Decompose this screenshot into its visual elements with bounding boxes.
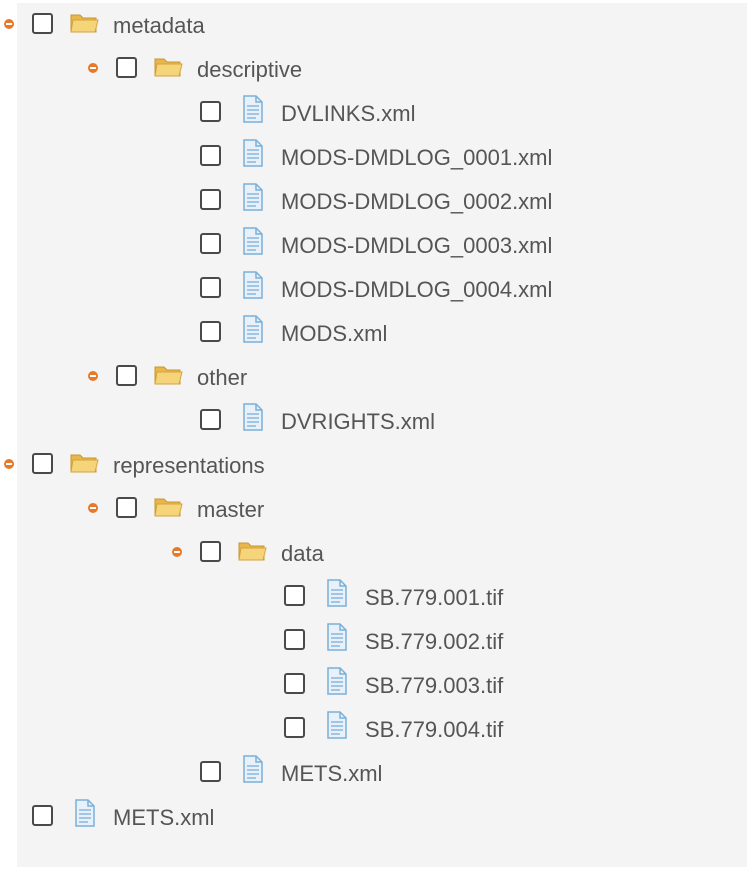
select-checkbox[interactable]	[32, 805, 53, 826]
tree-folder-row[interactable]: representations	[4, 443, 737, 487]
file-text-icon	[320, 709, 352, 741]
tree-folder-row[interactable]: other	[17, 355, 737, 399]
select-checkbox[interactable]	[116, 57, 137, 78]
tree-file-row[interactable]: DVRIGHTS.xml	[17, 399, 737, 443]
tree-node-label[interactable]: SB.779.001.tif	[365, 585, 503, 611]
file-text-icon	[320, 577, 352, 609]
select-checkbox[interactable]	[32, 453, 53, 474]
tree-file-row[interactable]: SB.779.004.tif	[17, 707, 737, 751]
select-checkbox[interactable]	[200, 145, 221, 166]
select-checkbox[interactable]	[200, 277, 221, 298]
select-checkbox[interactable]	[284, 673, 305, 694]
tree-node-label[interactable]: DVRIGHTS.xml	[281, 409, 435, 435]
file-text-icon	[236, 93, 268, 125]
tree-folder-row[interactable]: metadata	[4, 3, 737, 47]
file-text-icon	[236, 137, 268, 169]
tree-node-label[interactable]: METS.xml	[113, 805, 214, 831]
collapse-toggle-icon[interactable]	[4, 459, 14, 469]
collapse-toggle-icon[interactable]	[4, 19, 14, 29]
select-checkbox[interactable]	[200, 101, 221, 122]
file-text-icon	[320, 621, 352, 653]
file-text-icon	[68, 797, 100, 829]
select-checkbox[interactable]	[200, 189, 221, 210]
file-text-icon	[236, 401, 268, 433]
file-text-icon	[236, 225, 268, 257]
tree-node-label[interactable]: master	[197, 497, 264, 523]
tree-node-label[interactable]: descriptive	[197, 57, 302, 83]
folder-open-icon	[236, 533, 268, 565]
tree-file-row[interactable]: METS.xml	[17, 795, 737, 839]
select-checkbox[interactable]	[284, 629, 305, 650]
tree-file-row[interactable]: SB.779.002.tif	[17, 619, 737, 663]
tree-node-label[interactable]: METS.xml	[281, 761, 382, 787]
select-checkbox[interactable]	[200, 409, 221, 430]
tree-file-row[interactable]: DVLINKS.xml	[17, 91, 737, 135]
tree-file-row[interactable]: MODS-DMDLOG_0004.xml	[17, 267, 737, 311]
collapse-toggle-icon[interactable]	[88, 63, 98, 73]
tree-node-label[interactable]: MODS.xml	[281, 321, 387, 347]
collapse-toggle-icon[interactable]	[88, 503, 98, 513]
tree-file-row[interactable]: MODS-DMDLOG_0002.xml	[17, 179, 737, 223]
file-tree: metadata descriptive DVLINKS.xml MODS-DMDLO…	[4, 3, 747, 867]
collapse-toggle-icon[interactable]	[172, 547, 182, 557]
tree-node-label[interactable]: SB.779.002.tif	[365, 629, 503, 655]
select-checkbox[interactable]	[284, 585, 305, 606]
collapse-toggle-icon[interactable]	[88, 371, 98, 381]
tree-folder-row[interactable]: descriptive	[17, 47, 737, 91]
tree-file-row[interactable]: MODS-DMDLOG_0003.xml	[17, 223, 737, 267]
tree-node-label[interactable]: MODS-DMDLOG_0002.xml	[281, 189, 552, 215]
tree-file-row[interactable]: METS.xml	[17, 751, 737, 795]
file-text-icon	[236, 181, 268, 213]
tree-node-label[interactable]: MODS-DMDLOG_0001.xml	[281, 145, 552, 171]
tree-folder-row[interactable]: master	[17, 487, 737, 531]
folder-open-icon	[152, 489, 184, 521]
tree-node-label[interactable]: other	[197, 365, 247, 391]
folder-open-icon	[152, 357, 184, 389]
tree-node-label[interactable]: representations	[113, 453, 265, 479]
tree-node-label[interactable]: SB.779.003.tif	[365, 673, 503, 699]
tree-node-label[interactable]: SB.779.004.tif	[365, 717, 503, 743]
file-text-icon	[236, 313, 268, 345]
select-checkbox[interactable]	[32, 13, 53, 34]
select-checkbox[interactable]	[200, 321, 221, 342]
folder-open-icon	[68, 5, 100, 37]
folder-open-icon	[152, 49, 184, 81]
file-text-icon	[236, 753, 268, 785]
tree-file-row[interactable]: SB.779.003.tif	[17, 663, 737, 707]
tree-file-row[interactable]: SB.779.001.tif	[17, 575, 737, 619]
file-text-icon	[236, 269, 268, 301]
select-checkbox[interactable]	[284, 717, 305, 738]
tree-node-label[interactable]: metadata	[113, 13, 205, 39]
tree-node-label[interactable]: DVLINKS.xml	[281, 101, 415, 127]
tree-node-label[interactable]: MODS-DMDLOG_0003.xml	[281, 233, 552, 259]
tree-file-row[interactable]: MODS-DMDLOG_0001.xml	[17, 135, 737, 179]
tree-folder-row[interactable]: data	[17, 531, 737, 575]
folder-open-icon	[68, 445, 100, 477]
select-checkbox[interactable]	[200, 541, 221, 562]
tree-node-label[interactable]: data	[281, 541, 324, 567]
tree-node-label[interactable]: MODS-DMDLOG_0004.xml	[281, 277, 552, 303]
select-checkbox[interactable]	[200, 761, 221, 782]
select-checkbox[interactable]	[116, 365, 137, 386]
select-checkbox[interactable]	[116, 497, 137, 518]
file-text-icon	[320, 665, 352, 697]
select-checkbox[interactable]	[200, 233, 221, 254]
tree-file-row[interactable]: MODS.xml	[17, 311, 737, 355]
